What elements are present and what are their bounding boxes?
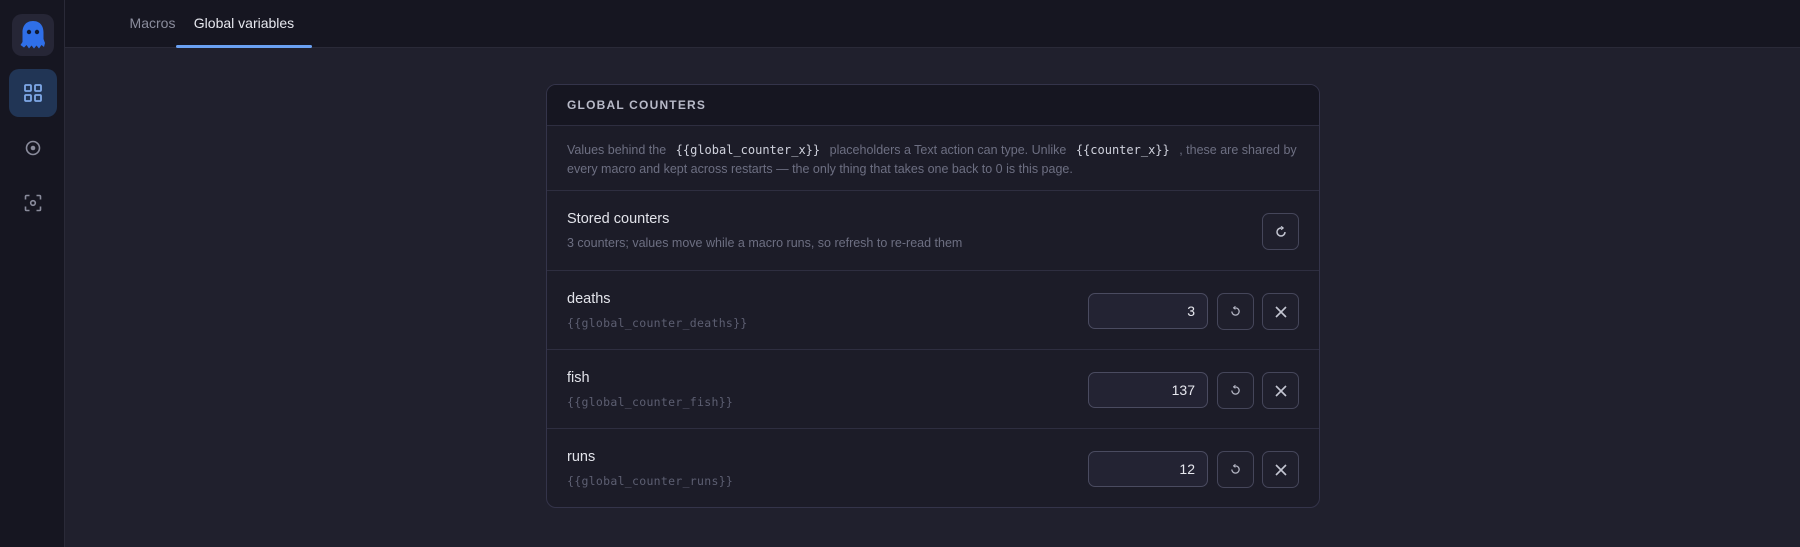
counter-row: runs {{global_counter_runs}} [547,429,1319,507]
sidebar-item-record[interactable] [9,124,57,172]
counter-value-input[interactable] [1088,293,1208,329]
reset-counter-button[interactable] [1217,451,1254,488]
card-description: Values behind the {{global_counter_x}} p… [547,126,1319,191]
description-text: Values behind the [567,143,667,157]
refresh-icon [1275,225,1286,237]
tab-global-variables[interactable]: Global variables [176,0,312,48]
global-counters-card: GLOBAL COUNTERS Values behind the {{glob… [546,84,1320,508]
close-icon [1274,384,1287,397]
capture-icon [24,194,42,212]
counter-value-input[interactable] [1088,372,1208,408]
description-code: {{global_counter_x}} [675,143,821,157]
record-icon [25,140,41,156]
reset-icon [1231,464,1240,474]
reset-counter-button[interactable] [1217,293,1254,330]
counter-value-input[interactable] [1088,451,1208,487]
delete-counter-button[interactable] [1262,293,1299,330]
close-icon [1274,305,1287,318]
delete-counter-button[interactable] [1262,451,1299,488]
counter-row: fish {{global_counter_fish}} [547,350,1319,429]
card-title: GLOBAL COUNTERS [547,85,1319,126]
stored-counters-subtitle: 3 counters; values move while a macro ru… [567,236,963,250]
grid-icon [24,84,42,102]
refresh-button[interactable] [1262,213,1299,250]
sidebar-item-macros[interactable] [9,69,57,117]
reset-icon [1231,385,1240,395]
stored-counters-row: Stored counters 3 counters; values move … [547,191,1319,271]
top-tab-bar: Macros Global variables [65,0,1800,48]
close-icon [1274,463,1287,476]
ghost-icon [20,21,45,49]
description-text: placeholders a Text action can type. Unl… [829,143,1067,157]
description-code: {{counter_x}} [1075,143,1170,157]
reset-counter-button[interactable] [1217,372,1254,409]
sidebar [0,0,65,547]
sidebar-item-capture[interactable] [9,179,57,227]
counter-row: deaths {{global_counter_deaths}} [547,271,1319,350]
app-logo [12,14,54,56]
reset-icon [1231,306,1240,316]
delete-counter-button[interactable] [1262,372,1299,409]
stored-counters-title: Stored counters [567,211,670,227]
